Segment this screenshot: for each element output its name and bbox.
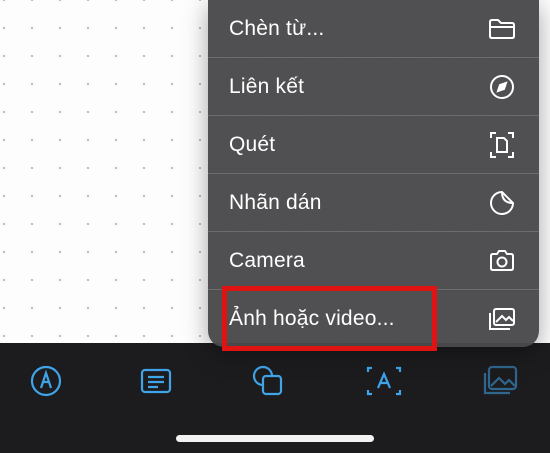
pen-markup-icon[interactable] <box>26 361 66 401</box>
text-box-icon[interactable] <box>136 361 176 401</box>
home-indicator[interactable] <box>176 435 374 442</box>
menu-item-camera[interactable]: Camera <box>208 232 539 290</box>
bottom-toolbar <box>0 343 550 453</box>
menu-item-sticker[interactable]: Nhãn dán <box>208 174 539 232</box>
compass-icon <box>487 72 517 102</box>
menu-item-label: Quét <box>229 132 276 156</box>
text-field-icon[interactable] <box>364 361 404 401</box>
photo-library-icon[interactable] <box>480 361 520 401</box>
highlight-annotation <box>222 286 437 351</box>
shapes-icon[interactable] <box>248 361 288 401</box>
menu-item-label: Chèn từ... <box>229 16 325 40</box>
menu-item-label: Nhãn dán <box>229 190 322 214</box>
menu-item-label: Camera <box>229 248 305 272</box>
menu-item-scan[interactable]: Quét <box>208 116 539 174</box>
sticker-icon <box>487 188 517 218</box>
menu-item-insert-from[interactable]: Chèn từ... <box>208 0 539 58</box>
folder-icon <box>487 14 517 44</box>
photo-library-icon <box>487 304 517 334</box>
menu-item-link[interactable]: Liên kết <box>208 58 539 116</box>
menu-item-label: Liên kết <box>229 74 305 98</box>
scan-document-icon <box>487 130 517 160</box>
camera-icon <box>487 246 517 276</box>
